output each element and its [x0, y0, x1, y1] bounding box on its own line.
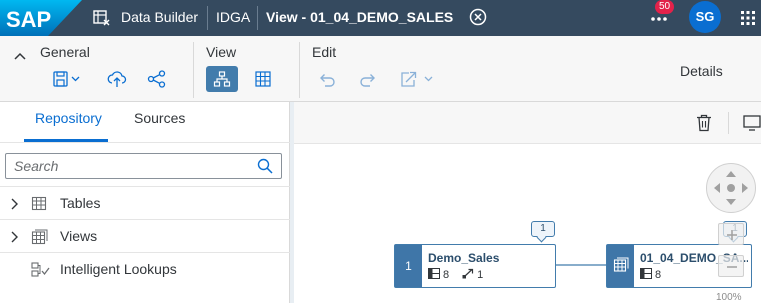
app-grid-icon[interactable]: [740, 10, 756, 31]
data-builder-icon: [93, 9, 111, 32]
pan-control[interactable]: [706, 163, 756, 213]
chevron-right-icon[interactable]: [10, 230, 18, 248]
toolbar-divider: [299, 42, 300, 98]
shell-divider: [257, 6, 258, 30]
undo-icon: [317, 70, 337, 88]
column-count: 8: [443, 269, 450, 281]
pan-arrows-icon: [714, 171, 748, 205]
share-icon: [147, 70, 167, 88]
table-view-icon: [254, 70, 272, 88]
zoom-level: 100%: [716, 292, 742, 303]
tabs-divider: [0, 142, 290, 143]
shell-bar: SAP Data Builder IDGA View - 01_04_DEMO_…: [0, 0, 761, 36]
association-count: 1: [477, 269, 484, 281]
node-title: Demo_Sales: [428, 251, 500, 265]
tree-item-intelligent-lookups[interactable]: Intelligent Lookups: [0, 252, 290, 285]
share-button[interactable]: [142, 66, 172, 92]
toolbar: General View Edit Details: [0, 36, 761, 102]
avatar[interactable]: SG: [689, 1, 721, 33]
notifications-icon[interactable]: [650, 12, 668, 30]
search-field: [5, 153, 282, 179]
tree-item-label: Tables: [60, 195, 101, 211]
export-icon: [398, 70, 438, 88]
canvas-toolbar: [294, 102, 761, 144]
column-count: 8: [655, 269, 662, 281]
view-icon: [31, 229, 49, 250]
association-icon: [462, 268, 474, 282]
columns-icon: [640, 268, 652, 282]
table-icon: [31, 196, 47, 216]
view-group-label: View: [206, 44, 237, 60]
search-icon[interactable]: [257, 158, 273, 179]
search-input[interactable]: [6, 154, 251, 178]
table-view-button[interactable]: [248, 66, 278, 92]
redo-icon: [358, 70, 378, 88]
delete-icon[interactable]: [696, 114, 712, 137]
node-meta: 8 1: [428, 268, 483, 282]
save-icon: [51, 70, 81, 88]
deploy-button[interactable]: [102, 66, 132, 92]
node-meta: 8: [640, 268, 661, 282]
app-title: Data Builder: [121, 9, 199, 25]
edit-group-label: Edit: [312, 44, 337, 60]
svg-text:SAP: SAP: [6, 7, 51, 32]
columns-icon: [428, 268, 440, 282]
node-index: 1: [395, 245, 422, 287]
chevron-right-icon[interactable]: [10, 197, 18, 215]
view-icon: [613, 257, 629, 276]
save-button[interactable]: [46, 66, 86, 92]
tree-item-label: Views: [60, 228, 98, 244]
node-demo-sales[interactable]: 1 Demo_Sales 8 1: [394, 244, 556, 288]
plus-icon: [726, 228, 738, 246]
tab-repository[interactable]: Repository: [35, 110, 102, 126]
sap-logo[interactable]: SAP: [0, 0, 82, 36]
zoom-out-button[interactable]: [718, 255, 744, 277]
tab-sources[interactable]: Sources: [134, 110, 185, 126]
notification-badge: 50: [655, 0, 675, 14]
space-name[interactable]: IDGA: [216, 0, 250, 36]
repository-panel: Repository Sources Tables Views Intellig…: [0, 102, 290, 303]
undo-button[interactable]: [312, 66, 342, 92]
zoom-in-button[interactable]: [718, 223, 744, 245]
usage-count-bubble[interactable]: 1: [531, 221, 555, 237]
tree-item-tables[interactable]: Tables: [0, 186, 290, 219]
export-button[interactable]: [396, 66, 440, 92]
collapse-chevron-icon[interactable]: [14, 48, 26, 66]
graph-view-icon: [213, 70, 231, 88]
general-group-label: General: [40, 44, 90, 60]
tree-item-views[interactable]: Views: [0, 219, 290, 252]
view-node-strip: [607, 245, 634, 287]
diagram-canvas[interactable]: 1 1 Demo_Sales 8 1 1 01_04_DEMO_SA... 8: [294, 145, 761, 303]
redo-button[interactable]: [353, 66, 383, 92]
minus-icon: [726, 260, 738, 278]
graph-view-button[interactable]: [206, 66, 238, 92]
close-icon[interactable]: [469, 8, 487, 31]
canvas-toolbar-divider: [728, 112, 729, 134]
lookup-icon: [31, 262, 51, 283]
shell-divider: [207, 6, 208, 30]
view-title: View - 01_04_DEMO_SALES: [266, 9, 454, 25]
details-button[interactable]: Details: [680, 63, 723, 79]
monitor-icon[interactable]: [743, 115, 761, 136]
deploy-icon: [107, 70, 127, 88]
tree-item-label: Intelligent Lookups: [60, 261, 177, 277]
toolbar-divider: [193, 42, 194, 98]
